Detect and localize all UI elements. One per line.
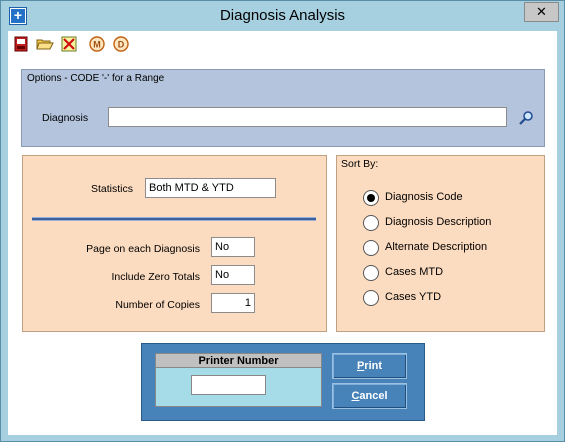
radio-button[interactable] [363,265,379,281]
delete-icon[interactable] [60,35,78,53]
radio-button[interactable] [363,240,379,256]
include-zero-totals-field[interactable]: No [211,265,255,285]
printer-number-body [156,368,321,406]
diagnosis-label: Diagnosis [42,112,89,124]
radio-button[interactable] [363,190,379,206]
print-button-label: rint [364,360,383,372]
save-icon[interactable] [12,35,30,53]
svg-text:D: D [118,40,125,50]
window-title: Diagnosis Analysis [219,7,346,24]
number-of-copies-label: Number of Copies [115,299,200,311]
title-bar: + Diagnosis Analysis ✕ [1,1,564,31]
print-button[interactable]: Print [332,353,407,379]
sort-option-label: Cases YTD [385,291,442,303]
statistics-panel: Statistics Both MTD & YTD Page on each D… [22,155,327,332]
client-area: M D Options - CODE '-' for a Range Diagn… [8,31,557,435]
number-of-copies-field[interactable]: 1 [211,293,255,313]
radio-button[interactable] [363,290,379,306]
d-icon[interactable]: D [112,35,130,53]
printer-number-input[interactable] [191,375,266,395]
sort-option-label: Alternate Description [385,241,488,253]
diagnosis-input[interactable] [108,107,507,127]
section-divider [32,217,316,221]
sort-by-caption: Sort By: [341,158,379,170]
radio-button[interactable] [363,215,379,231]
cancel-button-label: ancel [359,390,388,402]
statistics-field[interactable]: Both MTD & YTD [145,178,276,198]
close-button[interactable]: ✕ [524,2,559,22]
printer-number-header: Printer Number [156,354,321,368]
sort-by-panel: Sort By: Diagnosis Code Diagnosis Descri… [336,155,545,332]
cancel-button[interactable]: Cancel [332,383,407,409]
mtd-icon[interactable]: M [88,35,106,53]
print-panel: Printer Number Print Cancel [141,343,425,421]
diagnosis-analysis-window: + Diagnosis Analysis ✕ M D Options - COD… [0,0,565,442]
sort-option-label: Diagnosis Description [385,216,492,228]
page-on-each-diagnosis-field[interactable]: No [211,237,255,257]
include-zero-totals-label: Include Zero Totals [111,271,200,283]
svg-text:M: M [93,40,101,50]
options-caption: Options - CODE '-' for a Range [27,73,165,84]
sort-option-label: Diagnosis Code [385,191,463,203]
statistics-label: Statistics [90,183,133,195]
sort-option-label: Cases MTD [385,266,444,278]
options-panel: Options - CODE '-' for a Range Diagnosis [21,69,545,147]
open-folder-icon[interactable] [36,35,54,53]
page-on-each-diagnosis-label: Page on each Diagnosis [86,243,200,255]
printer-number-box: Printer Number [155,353,322,407]
toolbar: M D [8,34,557,56]
search-icon[interactable] [518,110,534,126]
